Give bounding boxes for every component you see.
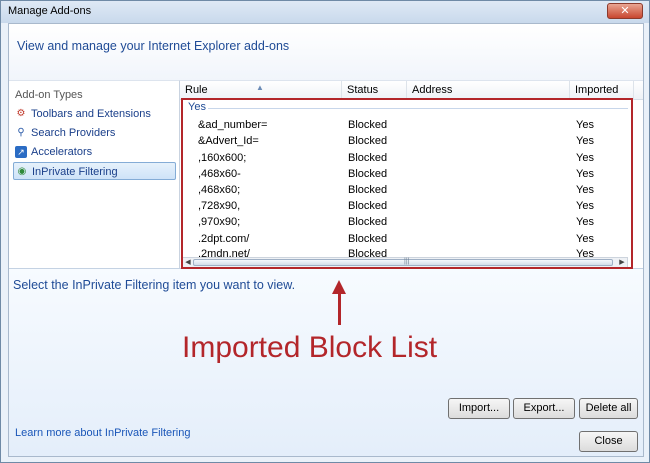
sidebar-item-label: InPrivate Filtering <box>32 166 118 178</box>
rule-cell: .2dpt.com/ <box>198 233 250 245</box>
addon-types-pane: Add-on Types ⚙ Toolbars and Extensions ⚲… <box>9 80 179 268</box>
scrollbar-thumb[interactable]: ||| <box>193 258 613 266</box>
addon-types-heading: Add-on Types <box>15 89 83 101</box>
scroll-right-icon[interactable]: ▶ <box>617 258 627 267</box>
table-row[interactable]: .2dpt.com/ Blocked Yes <box>180 232 643 248</box>
manage-addons-window: Manage Add-ons ✕ View and manage your In… <box>0 0 650 463</box>
gear-icon: ⚙ <box>16 108 26 119</box>
accelerator-icon: ↗ <box>15 146 27 158</box>
status-cell: Blocked <box>348 200 388 212</box>
arrow-shaft <box>338 291 341 325</box>
column-header-address[interactable]: Address <box>407 81 570 100</box>
sidebar-item-label: Search Providers <box>31 127 116 139</box>
window-title: Manage Add-ons <box>8 5 92 17</box>
rules-list[interactable]: Rule ▲ Status Address Imported Yes &ad_n… <box>179 80 643 268</box>
sort-ascending-icon: ▲ <box>256 83 264 92</box>
imported-cell: Yes <box>576 168 594 180</box>
header-text: View and manage your Internet Explorer a… <box>17 39 290 53</box>
status-cell: Blocked <box>348 216 388 228</box>
title-bar: Manage Add-ons ✕ <box>1 1 649 23</box>
rule-cell: ,160x600; <box>198 152 247 164</box>
imported-cell: Yes <box>576 184 594 196</box>
annotation-label: Imported Block List <box>182 331 438 364</box>
close-button[interactable]: Close <box>579 431 638 452</box>
imported-cell: Yes <box>576 135 594 147</box>
window-close-button[interactable]: ✕ <box>607 3 643 19</box>
table-row[interactable]: ,468x60- Blocked Yes <box>180 167 643 183</box>
sidebar-item-inprivate-filtering[interactable]: ◉ InPrivate Filtering <box>13 162 176 180</box>
imported-cell: Yes <box>576 216 594 228</box>
table-row[interactable]: ,970x90; Blocked Yes <box>180 215 643 231</box>
table-row[interactable]: ,728x90, Blocked Yes <box>180 199 643 215</box>
column-header-rule[interactable]: Rule ▲ <box>180 81 342 100</box>
sidebar-item-accelerators[interactable]: ↗ Accelerators <box>13 143 176 161</box>
column-header-row: Rule ▲ Status Address Imported <box>180 81 643 100</box>
search-icon: ⚲ <box>17 127 25 138</box>
status-cell: Blocked <box>348 152 388 164</box>
rule-cell: &Advert_Id= <box>198 135 259 147</box>
grip-icon: ||| <box>404 258 410 265</box>
imported-cell: Yes <box>576 119 594 131</box>
rule-cell: ,468x60- <box>198 168 241 180</box>
inprivate-icon: ◉ <box>17 166 27 177</box>
status-cell: Blocked <box>348 184 388 196</box>
rule-cell: ,970x90; <box>198 216 241 228</box>
table-row[interactable]: ,160x600; Blocked Yes <box>180 151 643 167</box>
learn-more-link[interactable]: Learn more about InPrivate Filtering <box>15 427 190 439</box>
table-row[interactable]: ,468x60; Blocked Yes <box>180 183 643 199</box>
status-cell: Blocked <box>348 233 388 245</box>
column-header-status[interactable]: Status <box>342 81 407 100</box>
imported-cell: Yes <box>576 152 594 164</box>
group-divider <box>208 108 628 109</box>
dialog-client: View and manage your Internet Explorer a… <box>8 23 644 457</box>
sidebar-item-label: Accelerators <box>31 146 93 158</box>
rule-cell: ,728x90, <box>198 200 241 212</box>
horizontal-scrollbar[interactable]: ◀ ||| ▶ <box>182 257 628 268</box>
group-header-yes[interactable]: Yes <box>188 101 206 113</box>
scroll-left-icon[interactable]: ◀ <box>183 258 193 267</box>
import-button[interactable]: Import... <box>448 398 510 419</box>
column-header-imported[interactable]: Imported <box>570 81 634 100</box>
status-cell: Blocked <box>348 168 388 180</box>
sidebar-item-search-providers[interactable]: ⚲ Search Providers <box>13 124 176 142</box>
header-banner: View and manage your Internet Explorer a… <box>9 24 643 80</box>
column-header-label: Rule <box>185 84 208 96</box>
table-row[interactable]: &ad_number= Blocked Yes <box>180 118 643 134</box>
details-prompt: Select the InPrivate Filtering item you … <box>13 278 296 292</box>
imported-cell: Yes <box>576 200 594 212</box>
sidebar-item-toolbars[interactable]: ⚙ Toolbars and Extensions <box>13 105 176 123</box>
rule-cell: &ad_number= <box>198 119 268 131</box>
delete-all-button[interactable]: Delete all <box>579 398 638 419</box>
sidebar-item-label: Toolbars and Extensions <box>31 108 151 120</box>
export-button[interactable]: Export... <box>513 398 575 419</box>
rule-cell: ,468x60; <box>198 184 241 196</box>
table-row[interactable]: &Advert_Id= Blocked Yes <box>180 134 643 150</box>
imported-cell: Yes <box>576 233 594 245</box>
status-cell: Blocked <box>348 135 388 147</box>
status-cell: Blocked <box>348 119 388 131</box>
